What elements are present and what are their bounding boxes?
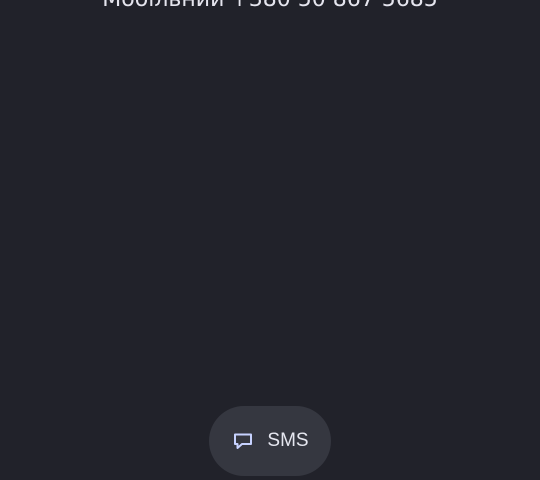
sms-button[interactable]: SMS bbox=[209, 406, 331, 476]
caller-phone-line: Мобільний +380 50 867 5685 bbox=[0, 0, 540, 14]
message-bubble-icon bbox=[234, 433, 253, 449]
phone-number: +380 50 867 5685 bbox=[230, 0, 437, 12]
phone-type-label: Мобільний bbox=[102, 0, 224, 12]
incoming-call-screen: Мобільний +380 50 867 5685 SMS bbox=[0, 0, 540, 480]
sms-button-label: SMS bbox=[267, 430, 309, 451]
